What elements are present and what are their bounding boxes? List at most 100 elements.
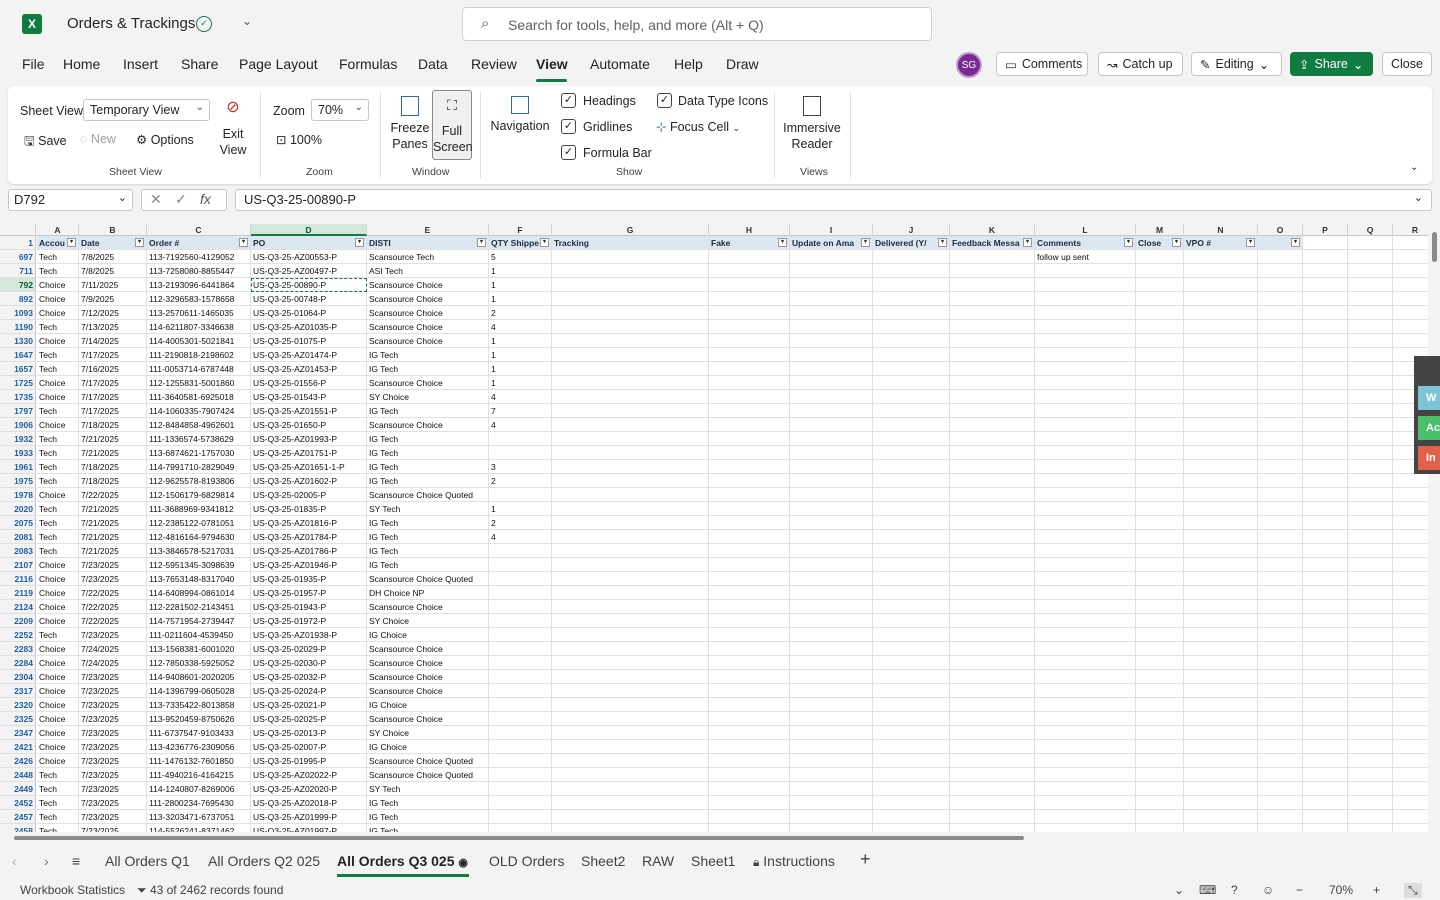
- cell-empty[interactable]: [1184, 432, 1258, 446]
- cell-l[interactable]: [1035, 362, 1136, 376]
- header-cell[interactable]: Fake ▾: [709, 236, 790, 250]
- sheet-tab-instructions[interactable]: 🔒︎ Instructions: [753, 853, 835, 870]
- zoom-in-icon[interactable]: +: [1373, 883, 1380, 897]
- cell-empty[interactable]: [1136, 488, 1184, 502]
- cell-e[interactable]: IG Tech: [367, 810, 489, 824]
- cell-l[interactable]: [1035, 530, 1136, 544]
- cell-empty[interactable]: [1348, 656, 1393, 670]
- row-number[interactable]: 1978: [0, 488, 36, 502]
- cell-empty[interactable]: [1258, 614, 1303, 628]
- cell-d[interactable]: US-Q3-25-01943-P: [251, 600, 367, 614]
- cell-a[interactable]: Choice: [37, 684, 79, 698]
- row-number[interactable]: 1330: [0, 334, 36, 348]
- cell-a[interactable]: Choice: [37, 390, 79, 404]
- sheet-tab-q3[interactable]: All Orders Q3 025 ◉: [337, 853, 468, 869]
- cell-f[interactable]: 7: [489, 404, 552, 418]
- cell-empty[interactable]: [950, 614, 1035, 628]
- cell-d[interactable]: US-Q3-25-AZ01651-1-P: [251, 460, 367, 474]
- full-screen-button[interactable]: ⛶ Full Screen: [432, 90, 473, 160]
- cell-empty[interactable]: [1348, 684, 1393, 698]
- cell-l[interactable]: [1035, 810, 1136, 824]
- cell-empty[interactable]: [790, 726, 873, 740]
- cell-d[interactable]: US-Q3-25-00748-P: [251, 292, 367, 306]
- cell-empty[interactable]: [1136, 250, 1184, 264]
- cell-empty[interactable]: [1348, 628, 1393, 642]
- cell-empty[interactable]: [950, 628, 1035, 642]
- cell-d[interactable]: US-Q3-25-AZ01997-P: [251, 824, 367, 832]
- cell-empty[interactable]: [1303, 572, 1348, 586]
- cell-empty[interactable]: [873, 586, 950, 600]
- cell-empty[interactable]: [1348, 460, 1393, 474]
- cell-c[interactable]: 114-4005301-5021841: [147, 334, 251, 348]
- cell-empty[interactable]: [1348, 390, 1393, 404]
- cell-empty[interactable]: [950, 264, 1035, 278]
- cell-empty[interactable]: [1303, 264, 1348, 278]
- vertical-scrollbar[interactable]: [1428, 224, 1440, 832]
- cell-empty[interactable]: [1348, 712, 1393, 726]
- cell-l[interactable]: [1035, 432, 1136, 446]
- cell-empty[interactable]: [552, 404, 709, 418]
- cell-f[interactable]: 4: [489, 530, 552, 544]
- cell-empty[interactable]: [552, 432, 709, 446]
- cell-e[interactable]: IG Tech: [367, 516, 489, 530]
- cell-empty[interactable]: [1303, 502, 1348, 516]
- cell-d[interactable]: US-Q3-25-AZ00497-P: [251, 264, 367, 278]
- sheet-tab-sheet1[interactable]: Sheet1: [691, 853, 735, 869]
- cell-a[interactable]: Choice: [37, 558, 79, 572]
- cell-a[interactable]: Choice: [37, 488, 79, 502]
- cell-b[interactable]: 7/24/2025: [79, 642, 147, 656]
- enter-icon[interactable]: ✓: [175, 191, 187, 208]
- cell-empty[interactable]: [790, 754, 873, 768]
- cell-empty[interactable]: [790, 432, 873, 446]
- cell-f[interactable]: [489, 810, 552, 824]
- header-cell[interactable]: Update on Ama ▾: [790, 236, 873, 250]
- menu-view[interactable]: View: [536, 56, 568, 72]
- cell-a[interactable]: Choice: [37, 642, 79, 656]
- cell-empty[interactable]: [790, 334, 873, 348]
- cell-empty[interactable]: [1258, 516, 1303, 530]
- cell-empty[interactable]: [873, 656, 950, 670]
- cell-empty[interactable]: [1184, 600, 1258, 614]
- row-number[interactable]: 1657: [0, 362, 36, 376]
- cell-b[interactable]: 7/9/2025: [79, 292, 147, 306]
- cell-empty[interactable]: [950, 348, 1035, 362]
- chevron-down-icon[interactable]: ⌄: [1414, 191, 1423, 204]
- column-header-a[interactable]: A: [37, 224, 79, 236]
- cell-empty[interactable]: [709, 376, 790, 390]
- cell-b[interactable]: 7/23/2025: [79, 558, 147, 572]
- cell-empty[interactable]: [1348, 264, 1393, 278]
- keyboard-icon[interactable]: ⌨: [1199, 883, 1216, 897]
- cell-empty[interactable]: [1348, 348, 1393, 362]
- cell-b[interactable]: 7/24/2025: [79, 656, 147, 670]
- column-header-q[interactable]: Q: [1348, 224, 1393, 236]
- cell-empty[interactable]: [790, 586, 873, 600]
- filter-dropdown-icon[interactable]: ▾: [135, 238, 144, 247]
- cell-empty[interactable]: [1136, 754, 1184, 768]
- cell-empty[interactable]: [790, 390, 873, 404]
- cell-e[interactable]: SY Choice: [367, 614, 489, 628]
- zoom-level[interactable]: 70%: [1329, 883, 1353, 897]
- sheet-tab-sheet2[interactable]: Sheet2: [581, 853, 625, 869]
- cell-c[interactable]: 114-1060335-7907424: [147, 404, 251, 418]
- cell-d[interactable]: US-Q3-25-02029-P: [251, 642, 367, 656]
- zoom-dropdown[interactable]: 70% ⌄: [311, 99, 369, 121]
- cell-d[interactable]: US-Q3-25-01972-P: [251, 614, 367, 628]
- row-number[interactable]: 2283: [0, 642, 36, 656]
- cell-empty[interactable]: [1348, 530, 1393, 544]
- cell-b[interactable]: 7/14/2025: [79, 334, 147, 348]
- cell-empty[interactable]: [552, 558, 709, 572]
- cell-empty[interactable]: [1303, 446, 1348, 460]
- cell-c[interactable]: 114-9408601-2020205: [147, 670, 251, 684]
- column-header-k[interactable]: K: [950, 224, 1035, 236]
- cell-empty[interactable]: [950, 670, 1035, 684]
- cell-empty[interactable]: [1348, 404, 1393, 418]
- navigation-button[interactable]: Navigation: [490, 96, 550, 134]
- cell-d[interactable]: US-Q3-25-AZ01602-P: [251, 474, 367, 488]
- cell-empty[interactable]: [709, 824, 790, 832]
- cell-empty[interactable]: [790, 544, 873, 558]
- cell-empty[interactable]: [1136, 656, 1184, 670]
- cell-empty[interactable]: [1258, 558, 1303, 572]
- cell-empty[interactable]: [1258, 530, 1303, 544]
- cell-e[interactable]: IG Tech: [367, 348, 489, 362]
- cell-d[interactable]: US-Q3-25-01957-P: [251, 586, 367, 600]
